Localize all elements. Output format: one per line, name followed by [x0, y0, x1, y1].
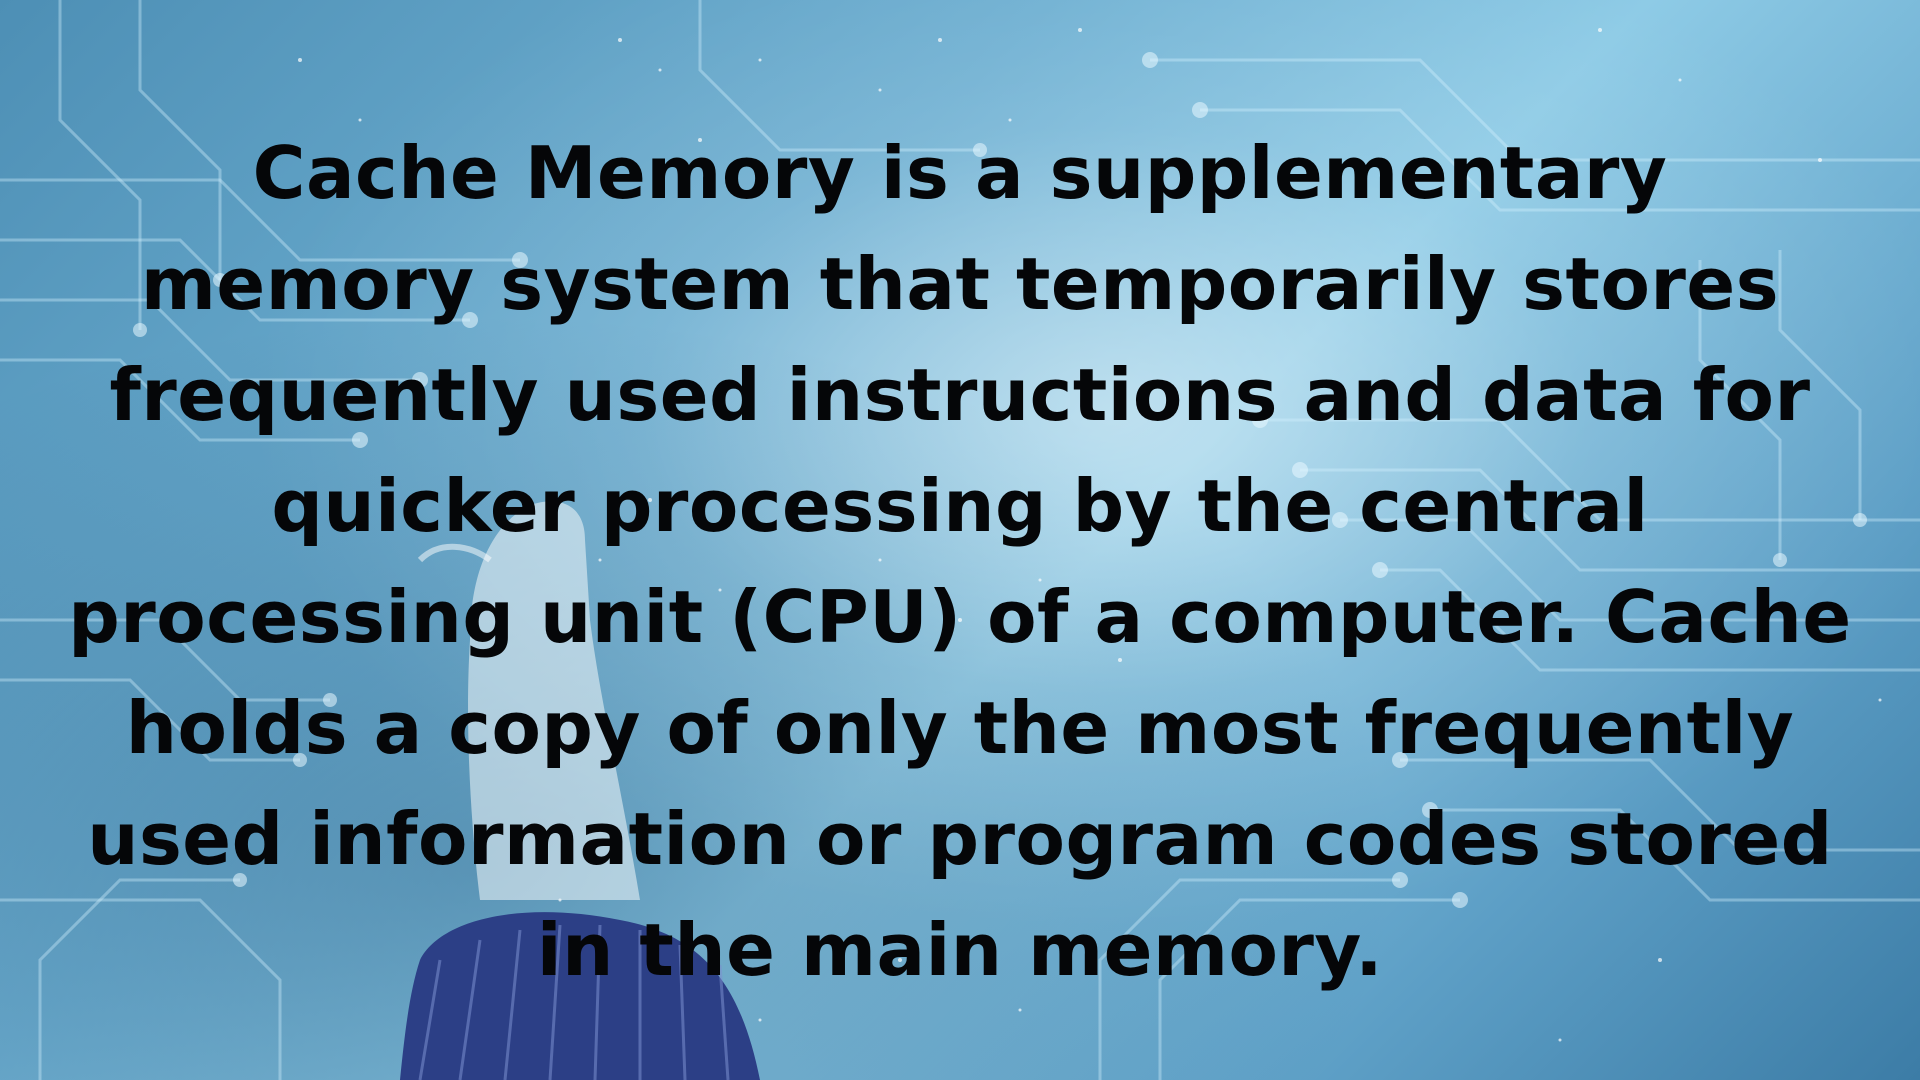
cache-memory-definition: Cache Memory is a supplementary memory s… [40, 118, 1880, 1006]
poster-canvas: Cache Memory is a supplementary memory s… [0, 0, 1920, 1080]
caption-line: used information or program codes stored [87, 797, 1833, 881]
caption-line: memory system that temporarily stores [140, 242, 1780, 326]
caption-line: in the main memory. [536, 908, 1384, 992]
caption-line: quicker processing by the central [271, 464, 1649, 548]
caption-line: Cache Memory is a supplementary [252, 131, 1668, 215]
caption-line: frequently used instructions and data fo… [109, 353, 1811, 437]
caption-line: processing unit (CPU) of a computer. Cac… [68, 575, 1852, 659]
caption-line: holds a copy of only the most frequently [125, 686, 1795, 770]
